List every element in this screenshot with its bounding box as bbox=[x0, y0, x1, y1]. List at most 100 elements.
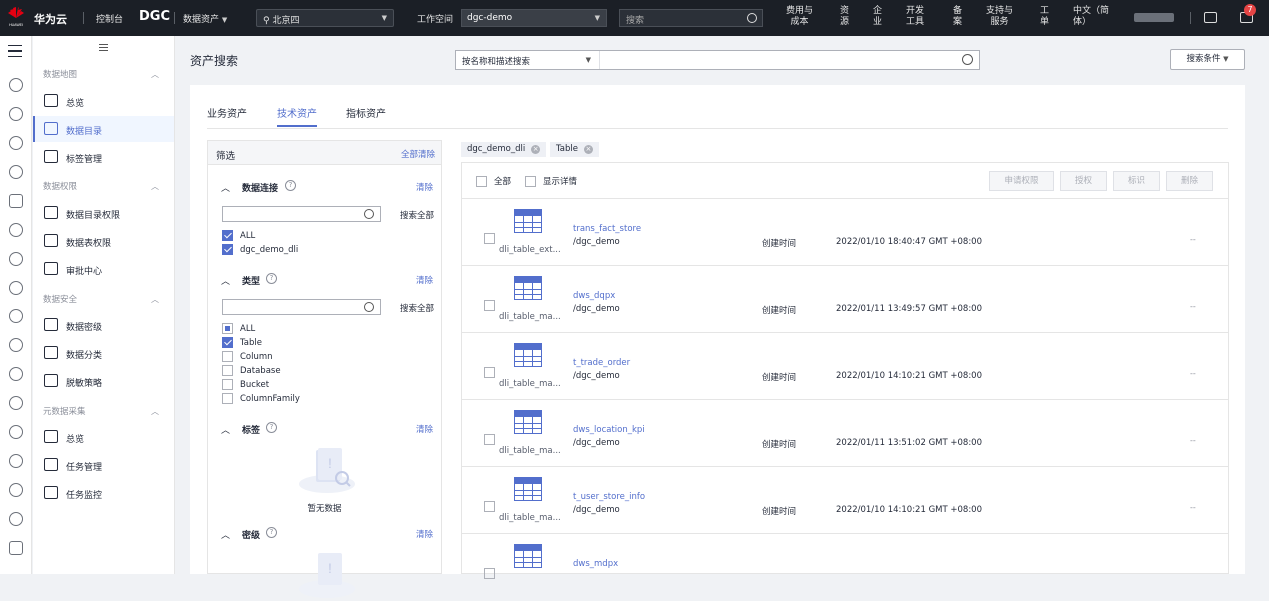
sidebar-group-data-security[interactable]: 数据安全 bbox=[43, 293, 77, 305]
nav-language[interactable]: 中文（简 体） bbox=[1073, 6, 1109, 28]
checkbox-unchecked[interactable] bbox=[525, 176, 536, 187]
search-all-link[interactable]: 搜索全部 bbox=[400, 209, 434, 221]
chevron-up-icon[interactable]: ︿ bbox=[151, 294, 159, 305]
request-permission-button[interactable]: 申请权限 bbox=[989, 171, 1054, 191]
sidebar-item-table-permission[interactable]: 数据表权限 bbox=[33, 228, 174, 254]
row-checkbox[interactable] bbox=[484, 300, 495, 311]
close-icon[interactable]: × bbox=[531, 145, 541, 154]
service-icon[interactable] bbox=[9, 338, 23, 352]
authorize-button[interactable]: 授权 bbox=[1060, 171, 1107, 191]
search-type-select[interactable]: 按名称和描述搜索 ▼ bbox=[456, 51, 600, 69]
chevron-up-icon[interactable]: ︿ bbox=[151, 69, 159, 80]
workspace-select[interactable]: dgc-demo ▼ bbox=[461, 9, 607, 27]
menu-icon[interactable] bbox=[8, 45, 22, 57]
checkbox-connection-dgc-demo-dli[interactable]: dgc_demo_dli bbox=[222, 244, 298, 256]
row-checkbox[interactable] bbox=[484, 434, 495, 445]
checkbox-unchecked[interactable] bbox=[222, 365, 233, 376]
asset-name-link[interactable]: dws_dqpx bbox=[573, 291, 615, 301]
search-icon[interactable] bbox=[747, 13, 757, 23]
checkbox-type-database[interactable]: Database bbox=[222, 365, 281, 377]
asset-name-link[interactable]: dws_mdpx bbox=[573, 559, 618, 569]
clear-link[interactable]: 清除 bbox=[416, 528, 433, 540]
delete-button[interactable]: 删除 bbox=[1166, 171, 1213, 191]
row-checkbox[interactable] bbox=[484, 233, 495, 244]
asset-name-link[interactable]: dws_location_kpi bbox=[573, 425, 645, 435]
clear-link[interactable]: 清除 bbox=[416, 423, 433, 435]
table-row[interactable]: dli_table_ma... t_trade_order /dgc_demo … bbox=[462, 333, 1228, 400]
type-search-input[interactable] bbox=[222, 299, 381, 315]
chart-service-icon[interactable] bbox=[9, 165, 23, 179]
sidebar-group-metadata-collection[interactable]: 元数据采集 bbox=[43, 405, 86, 417]
huawei-logo-icon[interactable]: HUAWEI bbox=[6, 6, 26, 28]
collapse-menu-icon[interactable] bbox=[99, 44, 108, 51]
help-icon[interactable]: ? bbox=[266, 527, 277, 538]
cloud-service-icon[interactable] bbox=[9, 78, 23, 92]
asset-name-link[interactable]: t_trade_order bbox=[573, 358, 630, 368]
asset-name-link[interactable]: trans_fact_store bbox=[573, 224, 641, 234]
row-checkbox[interactable] bbox=[484, 367, 495, 378]
sidebar-item-approval-center[interactable]: 审批中心 bbox=[33, 256, 174, 282]
checkbox-type-bucket[interactable]: Bucket bbox=[222, 379, 269, 391]
search-all-link[interactable]: 搜索全部 bbox=[400, 302, 434, 314]
search-icon[interactable] bbox=[962, 54, 973, 65]
nav-enterprise[interactable]: 企业 bbox=[873, 6, 882, 28]
close-icon[interactable]: × bbox=[583, 145, 593, 154]
checkbox-checked[interactable] bbox=[222, 244, 233, 255]
chevron-up-icon[interactable]: ︿ bbox=[221, 423, 230, 436]
module-menu[interactable]: 数据资产 ▼ bbox=[183, 12, 227, 25]
nav-resource[interactable]: 资源 bbox=[840, 6, 849, 28]
checkbox-unchecked[interactable] bbox=[222, 351, 233, 362]
checkbox-type-columnfamily[interactable]: ColumnFamily bbox=[222, 393, 300, 405]
checkbox-unchecked[interactable] bbox=[222, 379, 233, 390]
cloud-service-icon[interactable] bbox=[9, 252, 23, 266]
brand-name[interactable]: 华为云 bbox=[34, 11, 67, 27]
gear-service-icon[interactable] bbox=[9, 483, 23, 497]
table-row[interactable]: dli_table_ext... trans_fact_store /dgc_d… bbox=[462, 199, 1228, 266]
nav-cost[interactable]: 费用与 成本 bbox=[786, 6, 813, 28]
clear-all-link[interactable]: 全部清除 bbox=[401, 148, 435, 160]
sidebar-item-task-monitor[interactable]: 任务监控 bbox=[33, 480, 174, 506]
user-account-name[interactable] bbox=[1134, 13, 1174, 22]
search-icon[interactable] bbox=[364, 302, 374, 312]
sidebar-group-data-permission[interactable]: 数据权限 bbox=[43, 180, 77, 192]
clear-link[interactable]: 清除 bbox=[416, 274, 433, 286]
chevron-up-icon[interactable]: ︿ bbox=[221, 528, 230, 541]
checkbox-connection-all[interactable]: ALL bbox=[222, 230, 255, 242]
sidebar-item-tag-management[interactable]: 标签管理 bbox=[33, 144, 174, 170]
table-row[interactable]: dli_table_ma... dws_dqpx /dgc_demo 创建时间 … bbox=[462, 266, 1228, 333]
chevron-up-icon[interactable]: ︿ bbox=[221, 181, 230, 194]
checkbox-partial[interactable] bbox=[222, 323, 233, 334]
checkbox-unchecked[interactable] bbox=[476, 176, 487, 187]
cloud-service-icon[interactable] bbox=[9, 107, 23, 121]
search-service-icon[interactable] bbox=[9, 512, 23, 526]
building-service-icon[interactable] bbox=[9, 541, 23, 555]
sidebar-item-masking-policy[interactable]: 脱敏策略 bbox=[33, 368, 174, 394]
cloud-service-icon[interactable] bbox=[9, 281, 23, 295]
terminal-icon[interactable] bbox=[1204, 12, 1217, 23]
region-select[interactable]: ⚲ 北京四 ▼ bbox=[256, 9, 394, 27]
nav-ticket[interactable]: 工单 bbox=[1040, 6, 1049, 28]
checkbox-type-table[interactable]: Table bbox=[222, 337, 262, 349]
connection-search-input[interactable] bbox=[222, 206, 381, 222]
nav-devtools[interactable]: 开发 工具 bbox=[906, 6, 924, 28]
identify-button[interactable]: 标识 bbox=[1113, 171, 1160, 191]
chevron-up-icon[interactable]: ︿ bbox=[221, 274, 230, 287]
sidebar-item-task-management[interactable]: 任务管理 bbox=[33, 452, 174, 478]
nodes-service-icon[interactable] bbox=[9, 367, 23, 381]
search-icon[interactable] bbox=[364, 209, 374, 219]
cloud-service-icon[interactable] bbox=[9, 223, 23, 237]
chevron-up-icon[interactable]: ︿ bbox=[151, 181, 159, 192]
checkbox-unchecked[interactable] bbox=[222, 393, 233, 404]
sidebar-item-collection-overview[interactable]: 总览 bbox=[33, 424, 174, 450]
nav-filing[interactable]: 备案 bbox=[953, 6, 962, 28]
sidebar-item-data-catalog[interactable]: 数据目录 bbox=[33, 116, 174, 142]
sidebar-item-data-classification[interactable]: 数据分类 bbox=[33, 340, 174, 366]
globe-service-icon[interactable] bbox=[9, 396, 23, 410]
help-icon[interactable]: ? bbox=[266, 422, 277, 433]
asset-name-link[interactable]: t_user_store_info bbox=[573, 492, 645, 502]
sidebar-item-overview[interactable]: 总览 bbox=[33, 88, 174, 114]
checkbox-checked[interactable] bbox=[222, 230, 233, 241]
help-icon[interactable]: ? bbox=[285, 180, 296, 191]
tab-technical-assets[interactable]: 技术资产 bbox=[277, 105, 317, 120]
table-row[interactable]: dli_table_ma... t_user_store_info /dgc_d… bbox=[462, 467, 1228, 534]
